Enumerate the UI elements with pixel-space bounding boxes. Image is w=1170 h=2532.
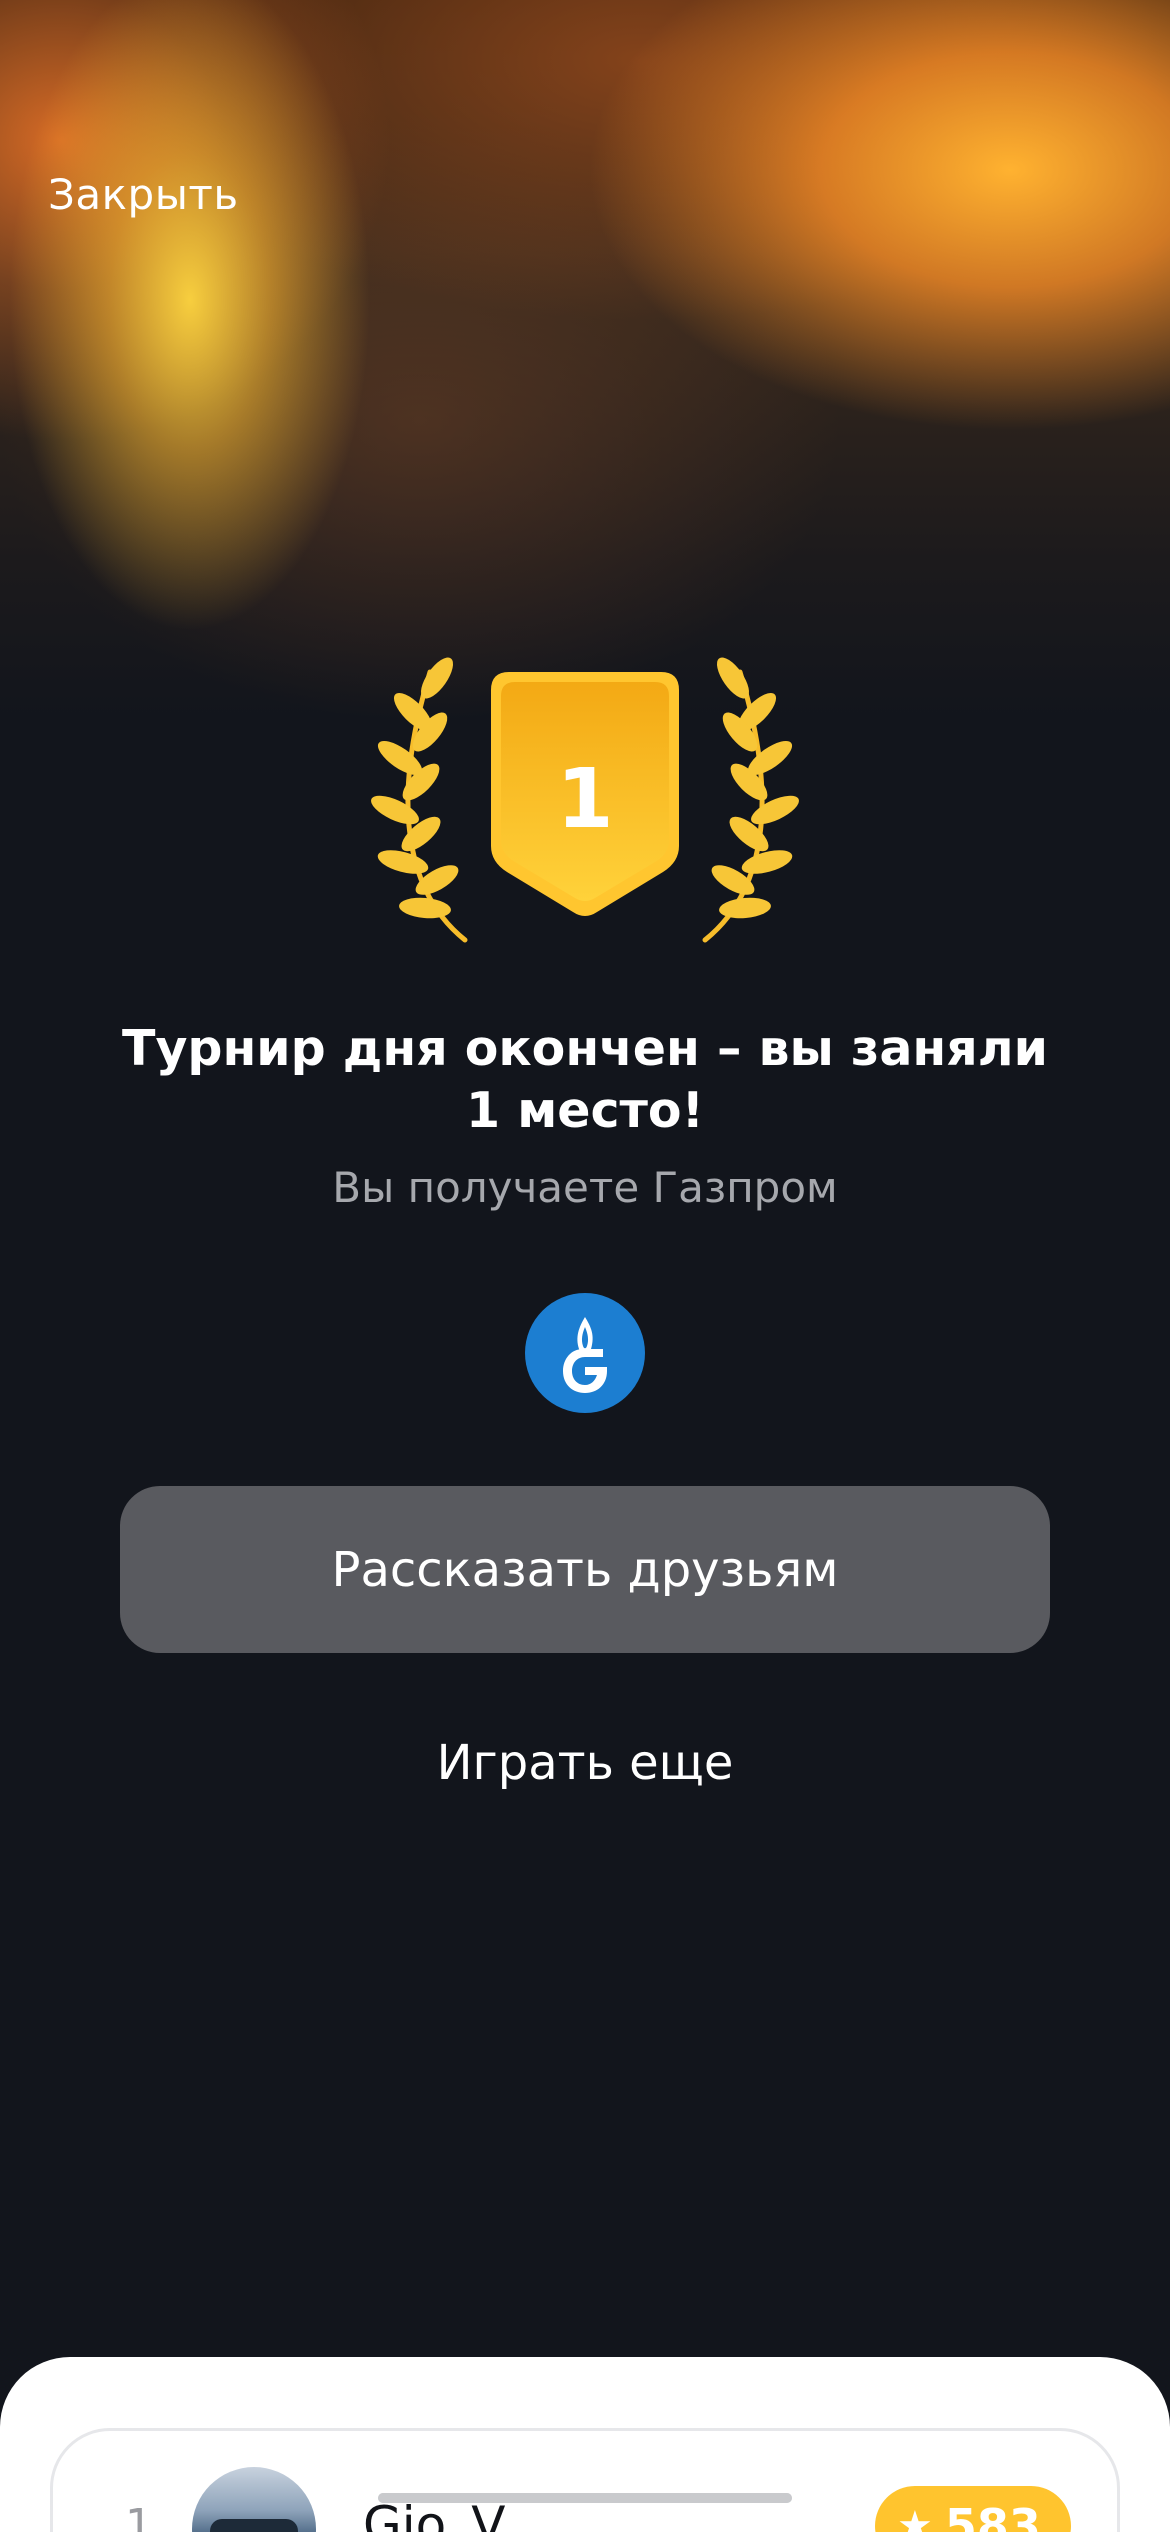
share-with-friends-button[interactable]: Рассказать друзьям: [120, 1486, 1050, 1653]
place-number: 1: [556, 752, 614, 847]
hero-gradient-background: [0, 0, 1170, 720]
score-value: 583: [944, 2499, 1041, 2532]
first-place-award: 1: [345, 650, 825, 970]
close-button[interactable]: Закрыть: [48, 170, 239, 219]
star-icon: ★: [897, 2503, 933, 2532]
tournament-result-screen: Закрыть 1 Турнир дня окончен – вы заняли…: [0, 0, 1170, 2532]
player-name: Gio_V: [363, 2496, 506, 2532]
avatar-car-image: [210, 2519, 298, 2532]
gazprom-logo-icon: [525, 1293, 645, 1413]
play-again-button[interactable]: Играть еще: [285, 1735, 885, 1791]
reward-subtitle: Вы получаете Газпром: [332, 1163, 838, 1212]
score-badge: ★ 583: [875, 2486, 1071, 2532]
result-title: Турнир дня окончен – вы заняли 1 место!: [122, 1020, 1048, 1139]
leaderboard-rank: 1: [125, 2500, 153, 2532]
